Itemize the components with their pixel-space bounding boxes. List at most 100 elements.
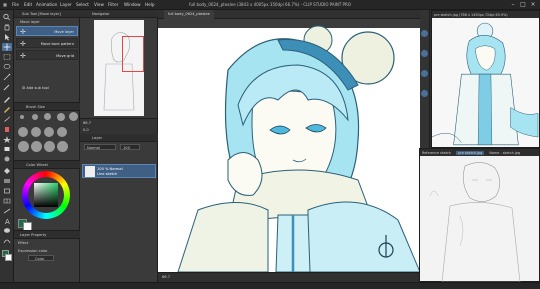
subtool-item-move-layer[interactable]: ✛ Move layer <box>16 26 78 36</box>
reference-icon[interactable] <box>421 70 428 77</box>
color-wheel-panel: Color Wheel <box>14 160 80 231</box>
brush-size-preset[interactable] <box>32 114 38 120</box>
color-wheel-tab[interactable]: Color Wheel <box>14 161 80 169</box>
artwork[interactable] <box>158 10 421 273</box>
canvas-area[interactable] <box>158 10 421 273</box>
status-bar <box>0 282 540 289</box>
airbrush-tool-icon[interactable] <box>2 125 12 133</box>
ruler-tool-icon[interactable] <box>2 207 12 215</box>
decoration-tool-icon[interactable] <box>2 135 12 143</box>
layer-tab-label: Layer <box>92 136 103 140</box>
add-sub-tool-button[interactable]: ⚙ Add sub tool <box>22 86 49 90</box>
layer-tab[interactable]: Layer <box>80 134 158 142</box>
menu-filter[interactable]: Filter <box>108 2 118 7</box>
layer-property-tab-label: Layer Property <box>20 233 47 237</box>
menu-edit[interactable]: Edit <box>24 2 32 7</box>
selection-tool-icon[interactable] <box>2 53 12 61</box>
hand-tool-icon[interactable] <box>2 23 12 31</box>
pencil-tool-icon[interactable] <box>2 105 12 113</box>
reference-window-sketch[interactable]: Reference sketch pre sketch.jpg Name - s… <box>419 148 540 282</box>
reference-tab[interactable]: Reference sketch <box>422 151 451 155</box>
brush-size-preset[interactable] <box>18 141 29 152</box>
pen-tool-icon[interactable] <box>2 95 12 103</box>
blend-mode-select[interactable]: Normal <box>84 144 116 150</box>
canvas-zoom[interactable]: 66.7 <box>162 275 170 279</box>
close-icon[interactable]: × <box>528 1 538 9</box>
minimize-icon[interactable]: – <box>508 1 518 9</box>
brush-size-preset[interactable] <box>44 141 55 152</box>
brush-size-preset[interactable] <box>57 113 65 121</box>
gradient-tool-icon[interactable] <box>2 177 12 185</box>
brush-size-preset[interactable] <box>31 127 41 137</box>
reference-window-color[interactable]: pre sketch.jpg (786 x 1450px 72dpi 65.9%… <box>431 10 540 148</box>
subtool-item-move-tone[interactable]: ✛ Move tone pattern <box>16 38 78 48</box>
menu-file[interactable]: File <box>12 2 19 7</box>
magic-wand-icon[interactable] <box>2 73 12 81</box>
add-sub-tool-label: Add sub tool <box>26 86 49 90</box>
lasso-tool-icon[interactable] <box>2 63 12 71</box>
opacity-field[interactable]: 100 <box>120 144 140 150</box>
subtool-item-label: Move layer <box>54 30 74 34</box>
navigator-tab[interactable]: Navigator <box>80 10 158 18</box>
figure-tool-icon[interactable] <box>2 187 12 195</box>
brush-size-preset[interactable] <box>18 127 28 137</box>
navigator-thumbnail[interactable] <box>94 20 144 116</box>
correct-line-tool-icon[interactable] <box>2 237 12 245</box>
brush-tool-icon[interactable] <box>2 115 12 123</box>
menu-bar: ▦ File Edit Animation Layer Select View … <box>0 0 540 10</box>
move-tool-icon[interactable] <box>2 43 12 51</box>
layer-row[interactable]: 100 % Normal Line sketch <box>82 164 156 178</box>
reference-icon[interactable] <box>421 90 428 97</box>
fill-tool-icon[interactable] <box>2 167 12 175</box>
brush-size-preset[interactable] <box>44 127 54 137</box>
reference-sketch-image <box>429 162 521 282</box>
subtool-item-move-grid[interactable]: ✛ Move grid <box>16 50 78 60</box>
maximize-icon[interactable]: □ <box>518 1 528 9</box>
frame-tool-icon[interactable] <box>2 197 12 205</box>
menu-layer[interactable]: Layer <box>60 2 72 7</box>
eyedropper-icon[interactable] <box>2 83 12 91</box>
text-tool-icon[interactable]: A <box>2 217 12 225</box>
operation-tool-icon[interactable] <box>2 33 12 41</box>
navigator-view-frame[interactable] <box>122 36 144 72</box>
menu-animation[interactable]: Animation <box>36 2 57 7</box>
reference-icon[interactable] <box>421 30 428 37</box>
menu-select[interactable]: Select <box>76 2 89 7</box>
brush-size-preset[interactable] <box>57 141 68 152</box>
sub-tool-tab[interactable]: Sub Tool [Move layer] <box>14 10 80 18</box>
balloon-tool-icon[interactable] <box>2 227 12 235</box>
expression-color-select[interactable]: Color <box>28 255 54 261</box>
reference-window-title: pre sketch.jpg (786 x 1450px 72dpi 65.9%… <box>432 11 539 18</box>
reference-tab[interactable]: pre sketch.jpg <box>456 150 485 155</box>
brush-size-preset[interactable] <box>69 112 78 121</box>
canvas-tab-bar: full body_0624_ptealee <box>158 10 420 19</box>
layer-property-tab[interactable]: Layer Property <box>14 231 80 239</box>
blend-tool-icon[interactable] <box>2 155 12 163</box>
reference-icon[interactable] <box>421 50 428 57</box>
sub-tool-panel: Sub Tool [Move layer] Move layer ✛ Move … <box>14 10 80 102</box>
menu-help[interactable]: Help <box>145 2 155 7</box>
reference-color-image <box>432 22 539 146</box>
hue-ring[interactable] <box>22 171 70 219</box>
move-cross-icon: ✛ <box>20 51 26 60</box>
navigator-angle[interactable]: 0.0 <box>83 128 89 132</box>
brush-size-preset[interactable] <box>31 141 42 152</box>
menu-window[interactable]: Window <box>124 2 141 7</box>
navigator-zoom[interactable]: 66.7 <box>83 121 91 125</box>
layer-property-panel: Layer Property Effect Expression color C… <box>14 230 80 282</box>
brush-size-preset[interactable] <box>57 127 67 137</box>
reference-tab[interactable]: Name - sketch.jpg <box>489 151 520 155</box>
sub-color-swatch[interactable] <box>5 254 12 261</box>
brush-size-preset[interactable] <box>20 115 24 119</box>
tab-canvas[interactable]: full body_0624_ptealee <box>164 10 214 19</box>
reference-tab-bar: Reference sketch pre sketch.jpg Name - s… <box>420 149 539 156</box>
saturation-value-square[interactable] <box>34 183 58 207</box>
brush-size-preset[interactable] <box>44 113 51 120</box>
app-logo: ▦ <box>3 2 7 7</box>
zoom-tool-icon[interactable] <box>2 13 12 21</box>
menu-view[interactable]: View <box>94 2 104 7</box>
eraser-tool-icon[interactable] <box>2 145 12 153</box>
layer-row-mode: 100 % Normal <box>97 167 123 171</box>
brush-size-tab[interactable]: Brush Size <box>14 103 80 111</box>
color-wheel-tab-label: Color Wheel <box>26 163 48 167</box>
